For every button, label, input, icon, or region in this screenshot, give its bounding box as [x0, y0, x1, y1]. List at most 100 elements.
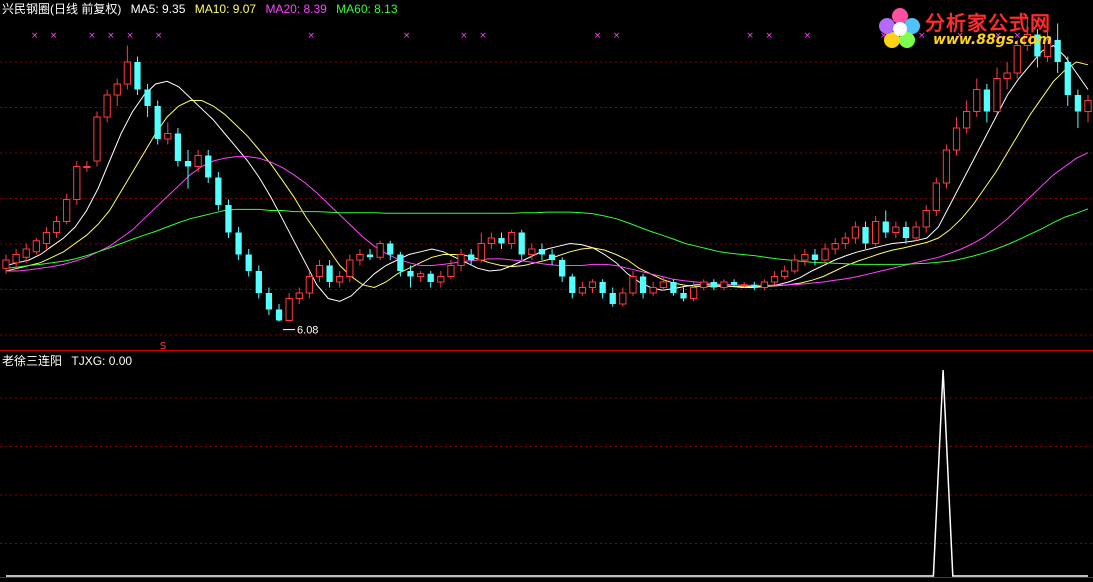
candle-body	[376, 243, 384, 258]
candle-body	[407, 271, 414, 277]
signal-x-marker: ×	[594, 31, 602, 41]
candle-body	[639, 276, 647, 293]
signal-x-marker: ×	[50, 31, 58, 41]
candle-body	[468, 254, 475, 260]
candle-body	[851, 226, 860, 239]
candle-body	[457, 254, 465, 266]
candle-body	[700, 281, 708, 288]
candle-body	[629, 276, 637, 294]
candle-body	[942, 149, 951, 184]
candle-body	[1064, 62, 1071, 95]
candle-body	[315, 265, 324, 277]
candle-body	[397, 254, 404, 271]
candle-body	[144, 89, 151, 106]
candle-body	[659, 281, 667, 288]
candle-body	[831, 243, 839, 250]
candle-body	[22, 248, 30, 258]
ma-line-ma10	[5, 61, 1089, 289]
candle-body	[123, 61, 131, 85]
candle-body	[781, 270, 789, 277]
candle-body	[184, 161, 192, 167]
candle-body	[245, 254, 252, 271]
tjxg-value: TJXG: 0.00	[71, 354, 133, 368]
candle-body	[427, 273, 434, 282]
candle-body	[498, 238, 505, 244]
candle-body	[1084, 100, 1092, 112]
candle-body	[93, 116, 101, 162]
candle-body	[305, 276, 313, 294]
candle-body	[437, 276, 445, 283]
candle-body	[416, 273, 425, 277]
candle-body	[973, 89, 981, 112]
candle-body	[720, 281, 728, 288]
candle-body	[387, 243, 394, 255]
candle-body	[225, 205, 232, 233]
candle-body	[710, 282, 717, 288]
candle-body	[801, 254, 809, 261]
candle-body	[113, 83, 121, 96]
candle-body	[2, 259, 10, 269]
candle-body	[447, 265, 455, 277]
signal-x-marker: ×	[479, 31, 487, 41]
candle-body	[689, 287, 698, 299]
ma20-value: MA20: 8.39	[265, 2, 327, 16]
flower-icon	[879, 8, 920, 48]
main-header: 兴民钢圈(日线 前复权) MA5: 9.35 MA10: 9.07 MA20: …	[2, 2, 404, 16]
candle-body	[134, 62, 141, 90]
signal-x-marker: ×	[765, 31, 773, 41]
candle-body	[265, 293, 273, 310]
candle-body	[215, 177, 222, 205]
candle-body	[366, 254, 374, 258]
candle-body	[1074, 95, 1082, 112]
candle-body	[841, 237, 849, 244]
candle-body	[862, 227, 869, 244]
candle-body	[477, 243, 485, 261]
candle-body	[12, 254, 20, 264]
candle-body	[528, 248, 536, 255]
signal-x-marker: ×	[307, 31, 315, 41]
signal-x-marker: ×	[126, 31, 134, 41]
candle-body	[670, 282, 677, 293]
candle-body	[770, 276, 779, 283]
candle-body	[993, 78, 1001, 112]
candle-body	[932, 182, 940, 211]
candle-body	[507, 232, 516, 244]
candle-body	[487, 237, 496, 244]
candle-body	[103, 94, 111, 118]
candle-body	[1003, 72, 1011, 79]
candle-body	[578, 287, 587, 294]
signal-x-marker: ×	[804, 31, 812, 41]
low-price-label: 6.08	[297, 325, 318, 337]
candle-body	[275, 309, 283, 321]
candle-body	[963, 111, 971, 129]
candle-body	[295, 292, 303, 299]
candle-body	[174, 133, 182, 161]
candle-body	[559, 260, 566, 277]
stock-chart[interactable]: ×××××××××××××××××××××6.08S	[0, 0, 1093, 582]
candle-body	[235, 232, 242, 255]
candle-body	[912, 226, 920, 239]
candle-body	[63, 199, 71, 222]
candle-body	[194, 155, 202, 167]
signal-x-marker: ×	[460, 31, 468, 41]
sell-signal-marker: S	[160, 341, 166, 352]
candle-body	[32, 240, 40, 253]
signal-x-marker: ×	[613, 31, 621, 41]
signal-x-marker: ×	[88, 31, 96, 41]
candle-body	[346, 259, 354, 277]
indicator-title: 老徐三连阳	[2, 354, 63, 368]
candle-body	[356, 254, 364, 261]
candle-body	[588, 281, 597, 288]
candle-body	[649, 287, 657, 294]
ma10-value: MA10: 9.07	[194, 2, 257, 16]
candle-body	[73, 166, 81, 200]
candle-body	[52, 221, 61, 233]
candle-body	[760, 281, 769, 288]
candle-body	[983, 89, 991, 112]
candle-body	[538, 249, 546, 255]
candle-body	[952, 127, 961, 151]
ma60-value: MA60: 8.13	[336, 2, 398, 16]
signal-x-marker: ×	[403, 31, 411, 41]
candle-body	[569, 276, 576, 293]
signal-x-marker: ×	[107, 31, 115, 41]
